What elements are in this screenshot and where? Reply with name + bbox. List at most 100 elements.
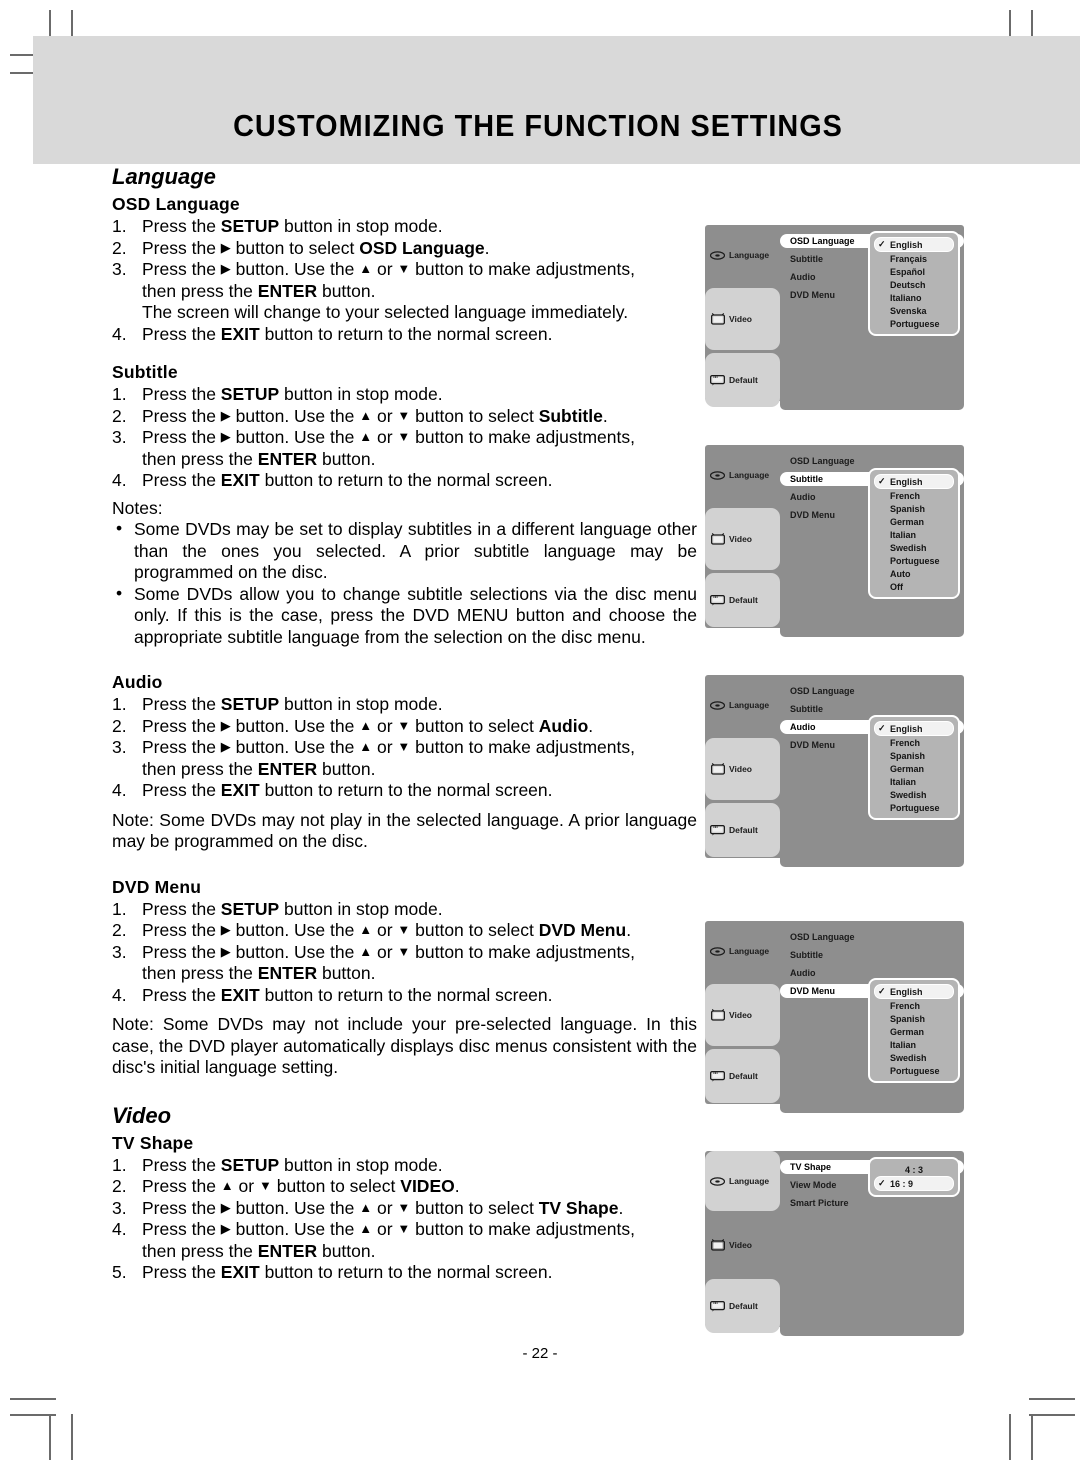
osd-option[interactable]: German [870, 762, 958, 775]
emphasis: Audio [538, 715, 589, 736]
osd-menu-item[interactable]: OSD Language [780, 684, 964, 698]
osd-option[interactable]: Français [870, 252, 958, 265]
osd-option[interactable]: ✓ English [874, 237, 954, 252]
osd-sidebar-item-default[interactable]: Default [705, 573, 780, 627]
check-icon: ✓ [878, 476, 886, 486]
osd-option[interactable]: ✓ English [874, 984, 954, 999]
direction-arrow-icon: ▶ [220, 429, 231, 444]
osd-option[interactable]: Spanish [870, 1012, 958, 1025]
osd-sidebar-item-video[interactable]: Video [705, 288, 780, 350]
steps-subtitle: 1. Press the SETUP button in stop mode. 2.… [112, 384, 697, 492]
osd-option[interactable]: 4 : 3 [870, 1163, 958, 1176]
instruction-step: 2. Press the ▶ button. Use the ▲ or ▼ but… [112, 716, 697, 738]
osd-option[interactable]: Español [870, 265, 958, 278]
osd-option[interactable]: German [870, 1025, 958, 1038]
osd-option-label: Swedish [890, 542, 927, 553]
osd-menu-item[interactable]: Subtitle [780, 948, 964, 962]
osd-sidebar-label: Default [729, 1071, 758, 1081]
osd-option[interactable]: ✓ English [874, 474, 954, 489]
instruction-step: 1. Press the SETUP button in stop mode. [112, 384, 697, 406]
emphasis: SETUP [220, 384, 280, 404]
step-number: 1. [112, 216, 127, 236]
osd-sidebar-item-video[interactable]: Video [705, 1214, 780, 1276]
osd-option[interactable]: Italian [870, 528, 958, 541]
osd-option[interactable]: Portuguese [870, 554, 958, 567]
crop-mark [49, 1414, 51, 1460]
osd-sidebar-item-language[interactable]: Language [705, 225, 780, 285]
osd-sidebar-label: Default [729, 375, 758, 385]
emphasis: TV Shape [538, 1197, 619, 1218]
step-text: Press the EXIT button to return to the n… [142, 323, 553, 344]
page-title: CUSTOMIZING THE FUNCTION SETTINGS [233, 108, 843, 143]
osd-option[interactable]: Italian [870, 1038, 958, 1051]
step-text: Press the SETUP button in stop mode. [142, 898, 443, 919]
osd-option-label: Deutsch [890, 279, 926, 290]
direction-arrow-icon: ▼ [397, 922, 411, 937]
osd-option[interactable]: Svenska [870, 304, 958, 317]
osd-option[interactable]: Auto [870, 567, 958, 580]
direction-arrow-icon: ▶ [220, 943, 231, 959]
osd-menu-item[interactable]: OSD Language [780, 930, 964, 944]
osd-option[interactable]: Portuguese [870, 801, 958, 814]
osd-option[interactable]: Spanish [870, 749, 958, 762]
osd-sidebar-item-default[interactable]: Default [705, 1049, 780, 1103]
osd-option[interactable]: Swedish [870, 1051, 958, 1064]
step-text: Press the ▶ button to select OSD Languag… [142, 237, 490, 258]
osd-option-label: English [890, 986, 923, 997]
osd-option-label: Italiano [890, 292, 922, 303]
block-tv-shape: TV Shape 1. Press the SETUP button in sto… [112, 1133, 697, 1284]
step-number: 3. [112, 941, 127, 962]
osd-sidebar-item-language[interactable]: Language [705, 445, 780, 505]
step-number: 2. [112, 405, 127, 426]
osd-sidebar-label: Video [729, 1010, 752, 1020]
osd-option[interactable]: French [870, 736, 958, 749]
check-icon: ✓ [878, 723, 886, 733]
osd-option[interactable]: Swedish [870, 788, 958, 801]
osd-option[interactable]: Deutsch [870, 278, 958, 291]
osd-sidebar-item-language[interactable]: Language [705, 675, 780, 735]
emphasis: OSD Language [359, 237, 485, 258]
osd-sidebar-item-language[interactable]: Language [705, 921, 780, 981]
osd-sidebar-item-default[interactable]: Default [705, 1279, 780, 1333]
osd-sidebar-item-language[interactable]: Language [705, 1151, 780, 1211]
osd-option[interactable]: Italiano [870, 291, 958, 304]
osd-sidebar-item-default[interactable]: Default [705, 353, 780, 407]
osd-option[interactable]: ✓ 16 : 9 [874, 1176, 954, 1191]
osd-sidebar-item-default[interactable]: Default [705, 803, 780, 857]
osd-option[interactable]: Off [870, 580, 958, 593]
osd-menu-item[interactable]: Smart Picture [780, 1196, 964, 1210]
osd-option-label: Spanish [890, 750, 926, 761]
osd-option-label: Svenska [890, 305, 927, 316]
osd-menu-item[interactable]: Subtitle [780, 702, 964, 716]
tv-icon [710, 763, 725, 775]
osd-sidebar-item-video[interactable]: Video [705, 508, 780, 570]
osd-option[interactable]: Portuguese [870, 1064, 958, 1077]
osd-option-label: Italian [890, 776, 917, 787]
osd-option[interactable]: German [870, 515, 958, 528]
instruction-step: 1. Press the SETUP button in stop mode. [112, 694, 697, 716]
emphasis: ENTER [257, 280, 318, 301]
disc-icon [710, 469, 725, 481]
instruction-step: 1. Press the SETUP button in stop mode. [112, 899, 697, 921]
osd-option[interactable]: Spanish [870, 502, 958, 515]
osd-menu-item[interactable]: OSD Language [780, 454, 964, 468]
step-number: 2. [112, 1176, 127, 1196]
osd-sidebar-item-video[interactable]: Video [705, 984, 780, 1046]
osd-sidebar-label: Default [729, 595, 758, 605]
page-number: - 22 - [522, 1345, 558, 1362]
note-item: • Some DVDs allow you to change subtitle … [112, 583, 697, 649]
tv-icon [710, 1239, 725, 1251]
osd-sidebar-item-video[interactable]: Video [705, 738, 780, 800]
osd-option[interactable]: French [870, 999, 958, 1012]
osd-option-label: Portuguese [890, 802, 940, 813]
step-text: Press the SETUP button in stop mode. [142, 216, 443, 236]
osd-option[interactable]: Swedish [870, 541, 958, 554]
osd-option[interactable]: French [870, 489, 958, 502]
osd-option[interactable]: ✓ English [874, 721, 954, 736]
osd-stage: Language Video Default OSD Language Subtitle… [705, 921, 964, 1113]
tv-icon [710, 533, 725, 545]
osd-option[interactable]: Italian [870, 775, 958, 788]
osd-option[interactable]: Portuguese [870, 317, 958, 330]
osd-sidebar: Language Video Default [705, 1151, 780, 1336]
note-item: • Some DVDs may be set to display subtitl… [112, 518, 697, 584]
